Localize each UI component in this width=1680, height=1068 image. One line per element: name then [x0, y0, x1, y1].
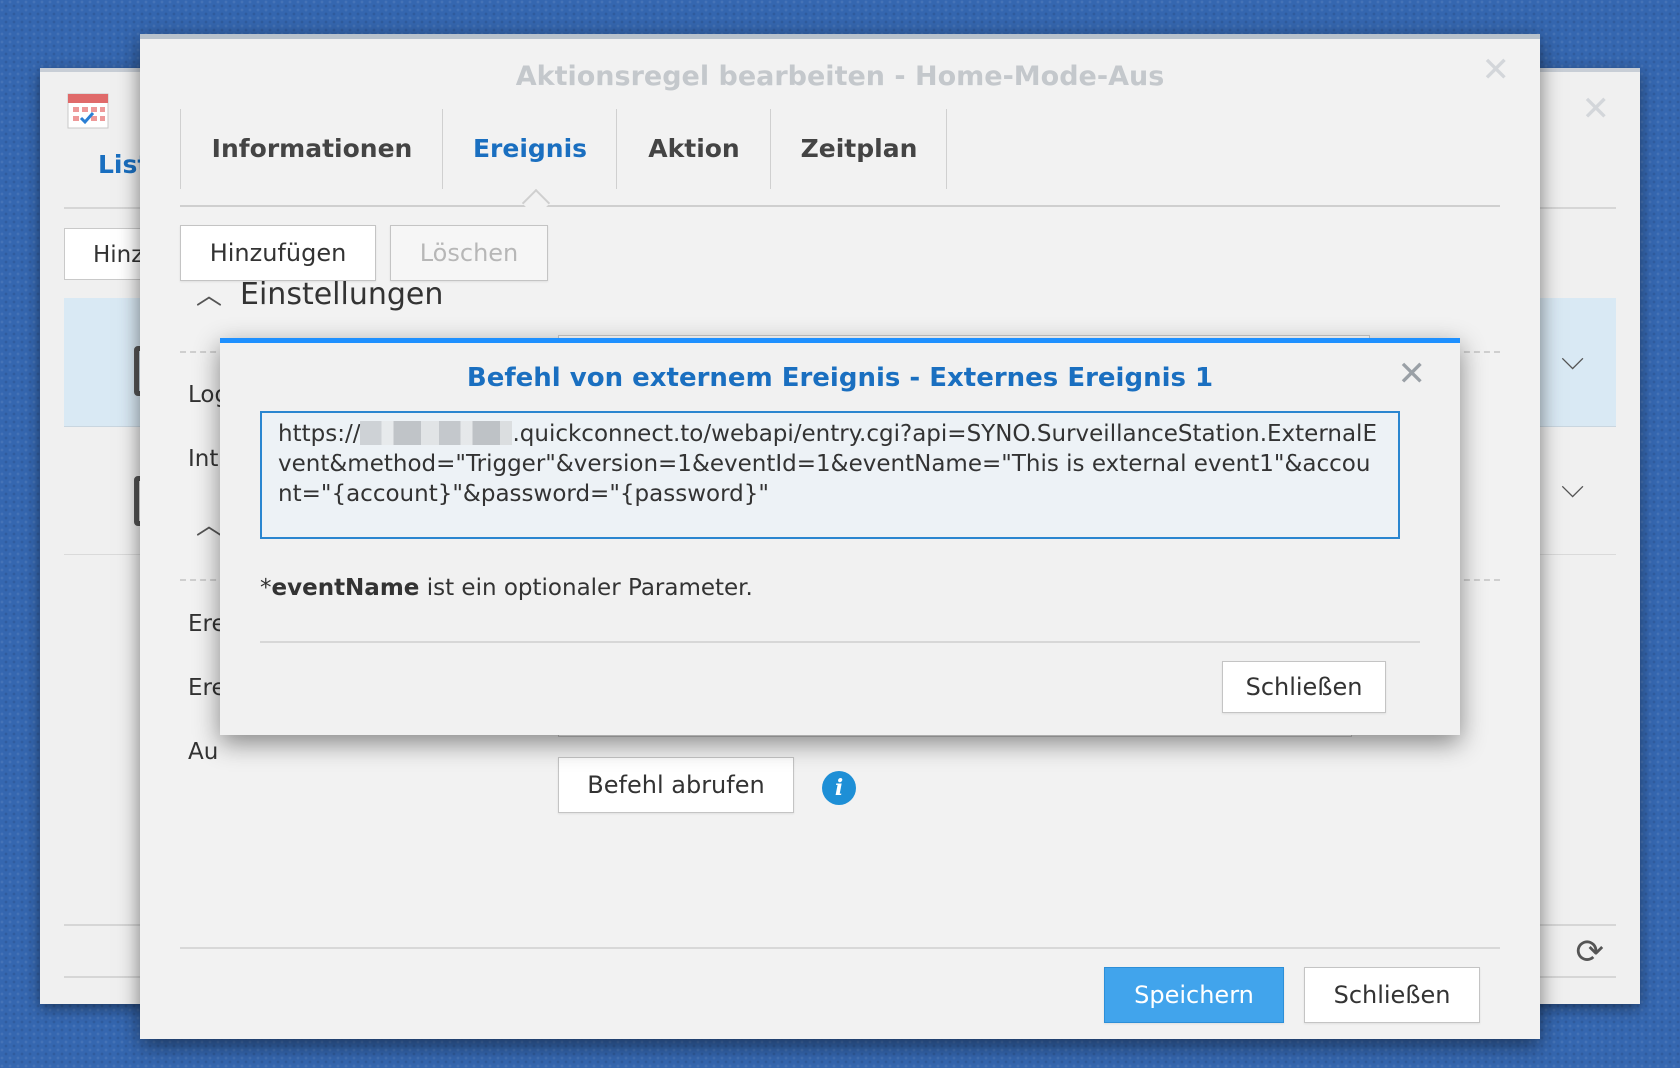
note-parameter-name: eventName: [271, 575, 420, 601]
window-title: Aktionsregel bearbeiten - Home-Mode-Aus: [515, 61, 1165, 92]
info-icon[interactable]: i: [822, 771, 856, 805]
calendar-app-icon: [67, 93, 109, 129]
tab-separator: [946, 109, 947, 189]
optional-parameter-note: *eventName ist ein optionaler Parameter.: [260, 575, 753, 601]
dialog-close-button[interactable]: Schließen: [1222, 661, 1386, 713]
field-label: Int: [188, 446, 219, 472]
tab-ereignis[interactable]: Ereignis: [442, 109, 617, 189]
chevron-down-icon[interactable]: ⌵: [1561, 470, 1584, 505]
close-button[interactable]: Schließen: [1304, 967, 1480, 1023]
get-command-button[interactable]: Befehl abrufen: [558, 757, 794, 813]
dialog-close-icon[interactable]: ✕: [1398, 357, 1427, 391]
field-label: Au: [188, 739, 219, 765]
dialog-divider: [260, 641, 1420, 643]
settings-section-header[interactable]: ︿ Einstellungen: [196, 275, 443, 312]
window-close-icon[interactable]: ✕: [1482, 53, 1511, 87]
tab-informationen[interactable]: Informationen: [180, 109, 443, 189]
delete-button[interactable]: Löschen: [390, 225, 548, 281]
chevron-down-icon[interactable]: ⌵: [1561, 342, 1584, 377]
command-dialog: Befehl von externem Ereignis - Externes …: [220, 338, 1460, 735]
save-button[interactable]: Speichern: [1104, 967, 1284, 1023]
background-window-close-icon[interactable]: ✕: [1582, 92, 1611, 126]
tab-bar: Informationen Ereignis Aktion Zeitplan: [180, 109, 1500, 218]
command-textarea[interactable]: https://.quickconnect.to/webapi/entry.cg…: [260, 411, 1400, 539]
tab-aktion[interactable]: Aktion: [616, 109, 771, 189]
redacted-hostname: [360, 421, 513, 445]
note-asterisk: *: [260, 575, 272, 601]
footer-divider: [180, 947, 1500, 949]
add-button[interactable]: Hinzufügen: [180, 225, 376, 281]
dialog-title: Befehl von externem Ereignis - Externes …: [466, 363, 1214, 393]
refresh-icon[interactable]: ⟳: [1576, 932, 1605, 972]
section-title: Einstellungen: [240, 277, 444, 312]
chevron-up-icon: ︿: [196, 281, 223, 311]
chevron-up-icon: ︿: [196, 511, 223, 541]
note-text: ist ein optionaler Parameter.: [419, 575, 753, 601]
tab-zeitplan[interactable]: Zeitplan: [770, 109, 947, 189]
active-tab-indicator: [521, 188, 551, 218]
command-prefix: https://: [278, 421, 361, 447]
